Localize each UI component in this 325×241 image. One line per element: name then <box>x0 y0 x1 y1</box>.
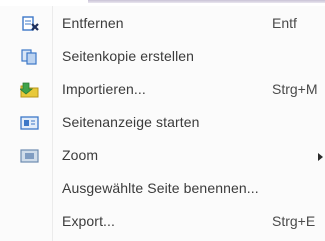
import-folder-icon <box>18 82 40 98</box>
page-copy-icon <box>20 49 40 65</box>
menu-item-shortcut: Strg+E <box>272 213 316 229</box>
menu-item-label: Seitenanzeige starten <box>62 114 200 130</box>
context-menu: Entfernen Entf Seitenkopie erstellen Imp… <box>0 6 325 241</box>
menu-item-importieren[interactable]: Importieren... Strg+M <box>0 74 325 107</box>
menu-item-label: Seitenkopie erstellen <box>62 48 195 64</box>
menu-item-export[interactable]: Export... Strg+E <box>0 206 325 239</box>
menu-item-seitenanzeige-starten[interactable]: Seitenanzeige starten <box>0 107 325 140</box>
menu-item-label: Entfernen <box>62 15 124 31</box>
submenu-arrow-icon <box>318 153 323 161</box>
menu-item-shortcut: Entf <box>272 15 297 31</box>
menu-item-label: Ausgewählte Seite benennen... <box>62 180 259 196</box>
menu-item-label: Export... <box>62 213 116 229</box>
menu-item-label: Zoom <box>62 147 99 163</box>
zoom-icon <box>20 148 40 164</box>
delete-page-icon <box>20 16 40 32</box>
menu-item-seitenkopie-erstellen[interactable]: Seitenkopie erstellen <box>0 41 325 74</box>
slideshow-icon <box>20 115 40 131</box>
menu-item-entfernen[interactable]: Entfernen Entf <box>0 8 325 41</box>
menu-item-zoom[interactable]: Zoom <box>0 140 325 173</box>
menu-item-shortcut: Strg+M <box>272 81 318 97</box>
menu-item-label: Importieren... <box>62 81 146 97</box>
window-frame-edge <box>88 0 325 3</box>
menu-item-seite-benennen[interactable]: Ausgewählte Seite benennen... <box>0 173 325 206</box>
